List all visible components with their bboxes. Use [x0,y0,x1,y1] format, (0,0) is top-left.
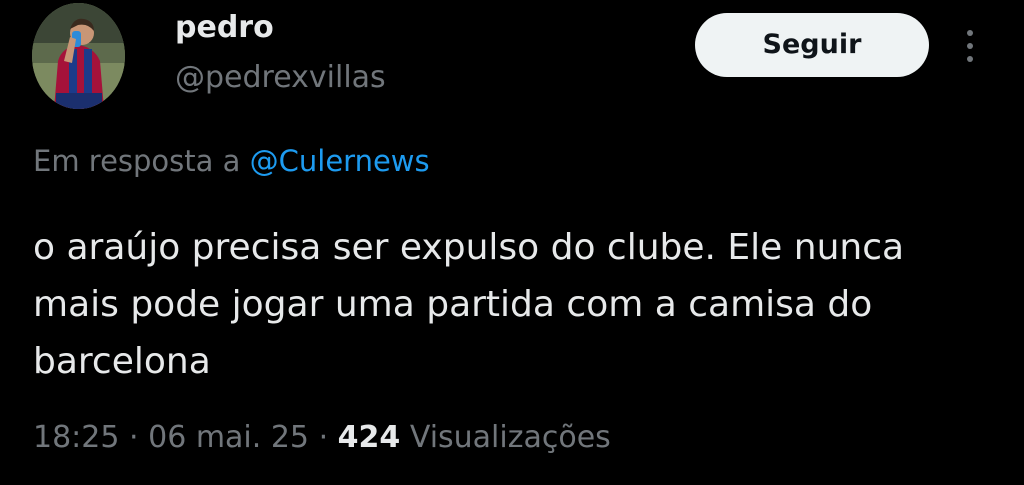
author-name[interactable]: pedro [175,8,274,48]
reply-prefix: Em resposta a [33,144,241,178]
follow-button[interactable]: Seguir [695,13,929,77]
reply-mention-link[interactable]: @Culernews [250,144,430,178]
avatar[interactable] [32,3,125,109]
tweet-time[interactable]: 18:25 [33,420,119,455]
author-handle[interactable]: @pedrexvillas [175,58,386,98]
views-label[interactable]: Visualizações [410,420,611,455]
meta-separator: · [129,420,139,455]
tweet-text: o araújo precisa ser expulso do clube. E… [33,227,905,382]
reply-context: Em resposta a @Culernews [33,140,430,182]
tweet-date[interactable]: 06 mai. 25 [148,420,309,455]
user-avatar-photo [32,3,125,109]
more-vertical-icon[interactable] [958,27,982,65]
views-count[interactable]: 424 [338,420,401,455]
tweet-meta: 18:25 · 06 mai. 25 · 424 Visualizações [33,416,611,460]
meta-separator: · [318,420,329,455]
